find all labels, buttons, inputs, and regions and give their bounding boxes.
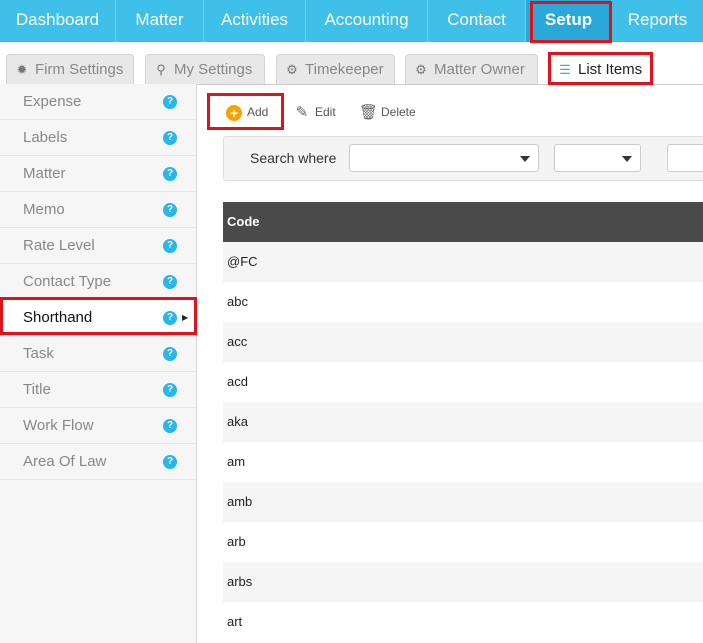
column-header-code[interactable]: Code	[223, 202, 703, 242]
plus-circle-icon: +	[226, 104, 242, 121]
tab-label: My Settings	[174, 61, 253, 78]
table-row[interactable]: @FC	[223, 242, 703, 282]
sidebar-item-rate-level[interactable]: Rate Level ?	[0, 228, 196, 264]
sidebar-item-matter[interactable]: Matter ?	[0, 156, 196, 192]
edit-label: Edit	[315, 105, 336, 119]
tab-label: Timekeeper	[305, 61, 384, 78]
sidebar-item-shorthand[interactable]: Shorthand ? ▶	[0, 300, 196, 336]
table-row[interactable]: am	[223, 442, 703, 482]
sidebar-item-label: Expense	[23, 93, 82, 110]
nav-contact[interactable]: Contact	[428, 0, 526, 42]
nav-matter[interactable]: Matter	[116, 0, 204, 42]
help-icon[interactable]: ?	[163, 383, 177, 397]
list-icon: ☰	[559, 62, 571, 77]
trash-icon: 🗑	[359, 103, 379, 121]
sidebar-item-label: Rate Level	[23, 237, 95, 254]
search-text-input[interactable]	[667, 144, 703, 172]
table-row[interactable]: acd	[223, 362, 703, 402]
sidebar-item-title[interactable]: Title ?	[0, 372, 196, 408]
sidebar-item-label: Area Of Law	[23, 453, 107, 470]
search-field-select[interactable]	[349, 144, 539, 172]
sidebar-item-label: Task	[23, 345, 54, 362]
table-row[interactable]: arbs	[223, 562, 703, 602]
sidebar-item-label: Work Flow	[23, 417, 94, 434]
table-row[interactable]: art	[223, 602, 703, 642]
gear-icon: ✹	[16, 62, 28, 77]
nav-activities[interactable]: Activities	[204, 0, 306, 42]
tab-matter-owner[interactable]: ⚙ Matter Owner	[405, 54, 538, 84]
search-operator-select[interactable]	[554, 144, 641, 172]
sidebar-item-label: Shorthand	[23, 309, 93, 326]
help-icon[interactable]: ?	[163, 239, 177, 253]
sidebar-item-label: Matter	[23, 165, 66, 182]
tab-firm-settings[interactable]: ✹ Firm Settings	[6, 54, 134, 84]
search-where-label: Search where	[250, 150, 337, 166]
help-icon[interactable]: ?	[163, 347, 177, 361]
table-row[interactable]: aka	[223, 402, 703, 442]
add-label: Add	[247, 105, 269, 119]
sidebar-item-memo[interactable]: Memo ?	[0, 192, 196, 228]
chevron-down-icon	[622, 156, 632, 162]
chevron-down-icon	[520, 156, 530, 162]
table-row[interactable]: arb	[223, 522, 703, 562]
nav-accounting[interactable]: Accounting	[306, 0, 428, 42]
delete-label: Delete	[381, 105, 416, 119]
caret-right-icon: ▶	[182, 313, 189, 322]
wrench-icon: ⚲	[156, 62, 166, 77]
table-row[interactable]: abc	[223, 282, 703, 322]
top-nav: Dashboard Matter Activities Accounting C…	[0, 0, 703, 42]
sidebar-item-label: Contact Type	[23, 273, 112, 290]
table-row[interactable]: amb	[223, 482, 703, 522]
sidebar-item-expense[interactable]: Expense ?	[0, 84, 196, 120]
sidebar-item-label: Title	[23, 381, 51, 398]
edit-button[interactable]: ✎ Edit	[293, 100, 336, 124]
list-items-sidebar: Expense ? Labels ? Matter ? Memo ? Rate …	[0, 84, 197, 643]
add-button[interactable]: + Add	[226, 100, 268, 124]
table-row[interactable]: acc	[223, 322, 703, 362]
help-icon[interactable]: ?	[163, 167, 177, 181]
settings-tabs: ✹ Firm Settings ⚲ My Settings ⚙ Timekeeper …	[0, 42, 703, 85]
nav-reports[interactable]: Reports	[612, 0, 703, 42]
tab-timekeeper[interactable]: ⚙ Timekeeper	[276, 54, 395, 84]
tab-list-items[interactable]: ☰ List Items	[549, 54, 652, 85]
help-icon[interactable]: ?	[163, 203, 177, 217]
tab-my-settings[interactable]: ⚲ My Settings	[145, 54, 265, 84]
sidebar-item-area-of-law[interactable]: Area Of Law ?	[0, 444, 196, 480]
tab-label: Firm Settings	[35, 61, 124, 78]
gear-icon: ⚙	[415, 62, 427, 77]
edit-icon: ✎	[295, 103, 309, 121]
help-icon[interactable]: ?	[163, 455, 177, 469]
shorthand-table: Code @FC abc acc acd aka am amb arb arbs…	[223, 202, 703, 643]
help-icon[interactable]: ?	[163, 419, 177, 433]
sidebar-item-task[interactable]: Task ?	[0, 336, 196, 372]
tab-label: List Items	[578, 61, 643, 78]
tab-label: Matter Owner	[434, 61, 525, 78]
delete-button[interactable]: 🗑 Delete	[359, 100, 416, 124]
help-icon[interactable]: ?	[163, 131, 177, 145]
sidebar-item-label: Memo	[23, 201, 65, 218]
sidebar-item-labels[interactable]: Labels ?	[0, 120, 196, 156]
sidebar-item-label: Labels	[23, 129, 68, 146]
help-icon[interactable]: ?	[163, 275, 177, 289]
nav-dashboard[interactable]: Dashboard	[0, 0, 116, 42]
sidebar-item-work-flow[interactable]: Work Flow ?	[0, 408, 196, 444]
nav-setup[interactable]: Setup	[526, 0, 612, 42]
help-icon[interactable]: ?	[163, 311, 177, 325]
sidebar-item-contact-type[interactable]: Contact Type ?	[0, 264, 196, 300]
help-icon[interactable]: ?	[163, 95, 177, 109]
gears-icon: ⚙	[286, 62, 298, 77]
